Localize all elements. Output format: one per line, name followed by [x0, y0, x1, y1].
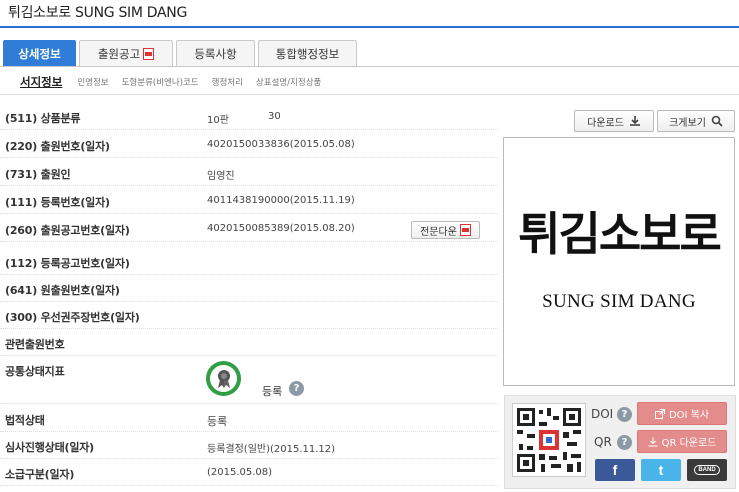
- qr-download-label: QR 다운로드: [661, 438, 717, 449]
- tab-registration-label: 등록사항: [194, 46, 237, 61]
- field-value: 4011438190000(2015.11.19): [207, 195, 355, 206]
- field-label: (641) 원출원번호(일자): [5, 284, 120, 297]
- field-label: (731) 출원인: [5, 168, 71, 181]
- field-exam-status: 심사진행상태(일자) 등록결정(일반)(2015.11.12): [0, 432, 498, 459]
- facebook-glyph: f: [612, 462, 618, 478]
- twitter-icon[interactable]: t: [641, 459, 681, 481]
- twitter-glyph: t: [658, 462, 664, 478]
- award-icon: [206, 361, 241, 396]
- tab-publication-label: 출원공고: [97, 46, 141, 61]
- field-label: (300) 우선권주장번호(일자): [5, 311, 140, 324]
- external-link-icon: [654, 408, 665, 419]
- qr-code-image: [512, 403, 586, 477]
- field-value: 4020150085389(2015.08.20): [207, 223, 355, 234]
- field-label: 관련출원번호: [5, 338, 65, 351]
- subtab-bibliographic[interactable]: 서지정보: [20, 74, 62, 90]
- doi-help-icon[interactable]: ?: [617, 407, 632, 422]
- award-icon-inner: [210, 365, 237, 392]
- field-label: 법적상태: [5, 414, 45, 427]
- field-value[interactable]: 임영진: [207, 167, 235, 182]
- download-icon: [629, 116, 640, 126]
- trademark-sub-text: SUNG SIM DANG: [542, 291, 696, 312]
- sub-tabs: 서지정보 인명정보 도형분류(비엔나)코드 행정처리 상표설명/지정상품: [20, 72, 334, 92]
- qr-code-graphic: [517, 408, 581, 472]
- subtab-admin-process[interactable]: 행정처리: [212, 76, 243, 88]
- subtab-vienna-code[interactable]: 도형분류(비엔나)코드: [122, 76, 199, 88]
- help-icon[interactable]: ?: [289, 381, 304, 396]
- facebook-icon[interactable]: f: [595, 459, 635, 481]
- status-index-value: 등록: [262, 385, 283, 398]
- tab-admin-info[interactable]: 통합행정정보: [258, 40, 357, 66]
- download-label: 다운로드: [587, 117, 624, 129]
- band-glyph: BAND: [694, 465, 720, 475]
- field-retro: 소급구분(일자) (2015.05.08): [0, 459, 498, 486]
- field-legal-status: 법적상태 등록: [0, 405, 498, 432]
- pdf-icon: [459, 224, 471, 236]
- field-class: (511) 상품분류 10판 30: [0, 103, 498, 130]
- field-value: 등록: [207, 415, 228, 428]
- field-label: (220) 출원번호(일자): [5, 140, 110, 153]
- zoom-label: 크게보기: [669, 117, 706, 129]
- tab-detail-label: 상세정보: [18, 46, 61, 61]
- field-status-index: 공통상태지표: [0, 356, 498, 404]
- title-divider: [0, 26, 739, 28]
- field-label: 소급구분(일자): [5, 468, 75, 481]
- doi-copy-button[interactable]: DOI 복사: [637, 402, 727, 425]
- subtab-persons[interactable]: 인명정보: [77, 76, 108, 88]
- search-icon: [711, 115, 723, 127]
- field-value: 4020150033836(2015.05.08): [207, 139, 355, 150]
- tab-admin-info-label: 통합행정정보: [275, 46, 340, 61]
- zoom-button[interactable]: 크게보기: [657, 110, 735, 132]
- tab-registration[interactable]: 등록사항: [176, 40, 255, 66]
- field-priority: (300) 우선권주장번호(일자): [0, 302, 498, 329]
- doi-label: DOI: [591, 407, 614, 421]
- main-tabs: 상세정보 출원공고 등록사항 통합행정정보: [3, 40, 360, 66]
- trademark-image[interactable]: 튀김소보로 SUNG SIM DANG: [503, 137, 735, 386]
- field-reg-pub-no: (112) 등록공고번호(일자): [0, 248, 498, 275]
- subtabs-divider: [0, 94, 739, 95]
- field-value: 10판: [207, 115, 229, 126]
- ribbon-icon: [217, 369, 230, 388]
- field-label: 심사진행상태(일자): [5, 441, 95, 454]
- subtab-goods[interactable]: 상표설명/지정상품: [256, 76, 321, 88]
- field-value: (2015.05.08): [207, 467, 273, 478]
- field-orig-app-no: (641) 원출원번호(일자): [0, 275, 498, 302]
- tabs-divider: [0, 66, 739, 67]
- qr-download-button[interactable]: QR 다운로드: [637, 430, 727, 453]
- field-label: 공통상태지표: [5, 365, 65, 378]
- tab-publication[interactable]: 출원공고: [79, 40, 173, 66]
- share-panel: DOI ? QR ? DOI 복사 QR 다운로드 f t BAND: [504, 395, 736, 489]
- download-icon: [648, 437, 658, 446]
- field-app-no: (220) 출원번호(일자) 4020150033836(2015.05.08): [0, 131, 498, 158]
- field-reg-no: (111) 등록번호(일자) 4011438190000(2015.11.19): [0, 187, 498, 214]
- full-text-download-label: 전문다운: [420, 226, 457, 238]
- trademark-main-text: 튀김소보로: [518, 207, 722, 261]
- tab-detail[interactable]: 상세정보: [3, 40, 76, 66]
- qr-help-icon[interactable]: ?: [617, 435, 632, 450]
- full-text-download-button[interactable]: 전문다운: [411, 221, 480, 239]
- pdf-icon: [143, 47, 155, 60]
- doi-copy-label: DOI 복사: [668, 410, 710, 421]
- field-applicant: (731) 출원인 임영진: [0, 159, 498, 186]
- field-label: (511) 상품분류: [5, 112, 81, 125]
- field-label: (260) 출원공고번호(일자): [5, 224, 130, 237]
- field-value-secondary: 30: [268, 111, 281, 122]
- field-label: (111) 등록번호(일자): [5, 196, 110, 209]
- qr-label: QR: [594, 435, 612, 449]
- band-icon[interactable]: BAND: [687, 459, 727, 481]
- field-value: 등록결정(일반)(2015.11.12): [207, 444, 336, 455]
- download-button[interactable]: 다운로드: [574, 110, 654, 132]
- field-label: (112) 등록공고번호(일자): [5, 257, 130, 270]
- field-related: 관련출원번호: [0, 329, 498, 356]
- page-title: 튀김소보로 SUNG SIM DANG: [8, 5, 188, 21]
